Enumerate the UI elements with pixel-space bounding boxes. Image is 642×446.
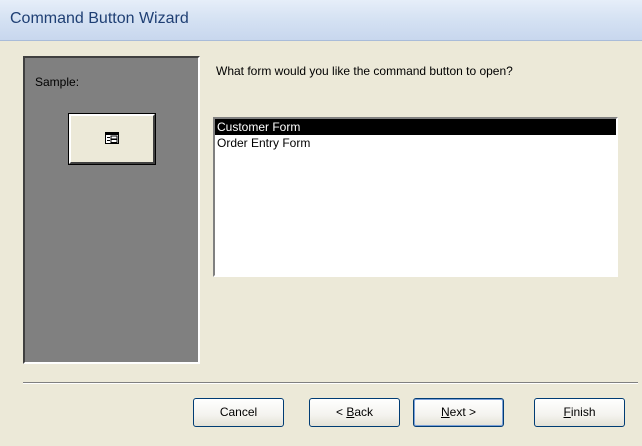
next-label-rest: ext > (449, 405, 477, 419)
sample-panel: Sample: (23, 56, 200, 364)
form-icon (105, 132, 119, 144)
list-item-order-entry-form[interactable]: Order Entry Form (215, 135, 616, 151)
list-item-customer-form[interactable]: Customer Form (215, 119, 616, 135)
sample-command-button (68, 113, 156, 165)
cancel-button-label: Cancel (219, 405, 258, 419)
divider (23, 382, 638, 384)
question-prompt: What form would you like the command but… (216, 64, 513, 78)
sample-label: Sample: (35, 75, 80, 89)
next-button[interactable]: Next > (413, 398, 504, 427)
back-button[interactable]: < Back (309, 398, 400, 427)
finish-accesskey: F (563, 405, 571, 419)
back-label-rest: ack (354, 405, 374, 419)
back-prefix: < (335, 405, 347, 419)
finish-label-rest: inish (570, 405, 596, 419)
window-title: Command Button Wizard (10, 10, 189, 27)
finish-button[interactable]: Finish (534, 398, 625, 427)
next-accesskey: N (440, 405, 450, 419)
form-listbox[interactable]: Customer Form Order Entry Form (213, 117, 618, 277)
cancel-button[interactable]: Cancel (193, 398, 284, 427)
title-bar: Command Button Wizard (0, 0, 642, 41)
